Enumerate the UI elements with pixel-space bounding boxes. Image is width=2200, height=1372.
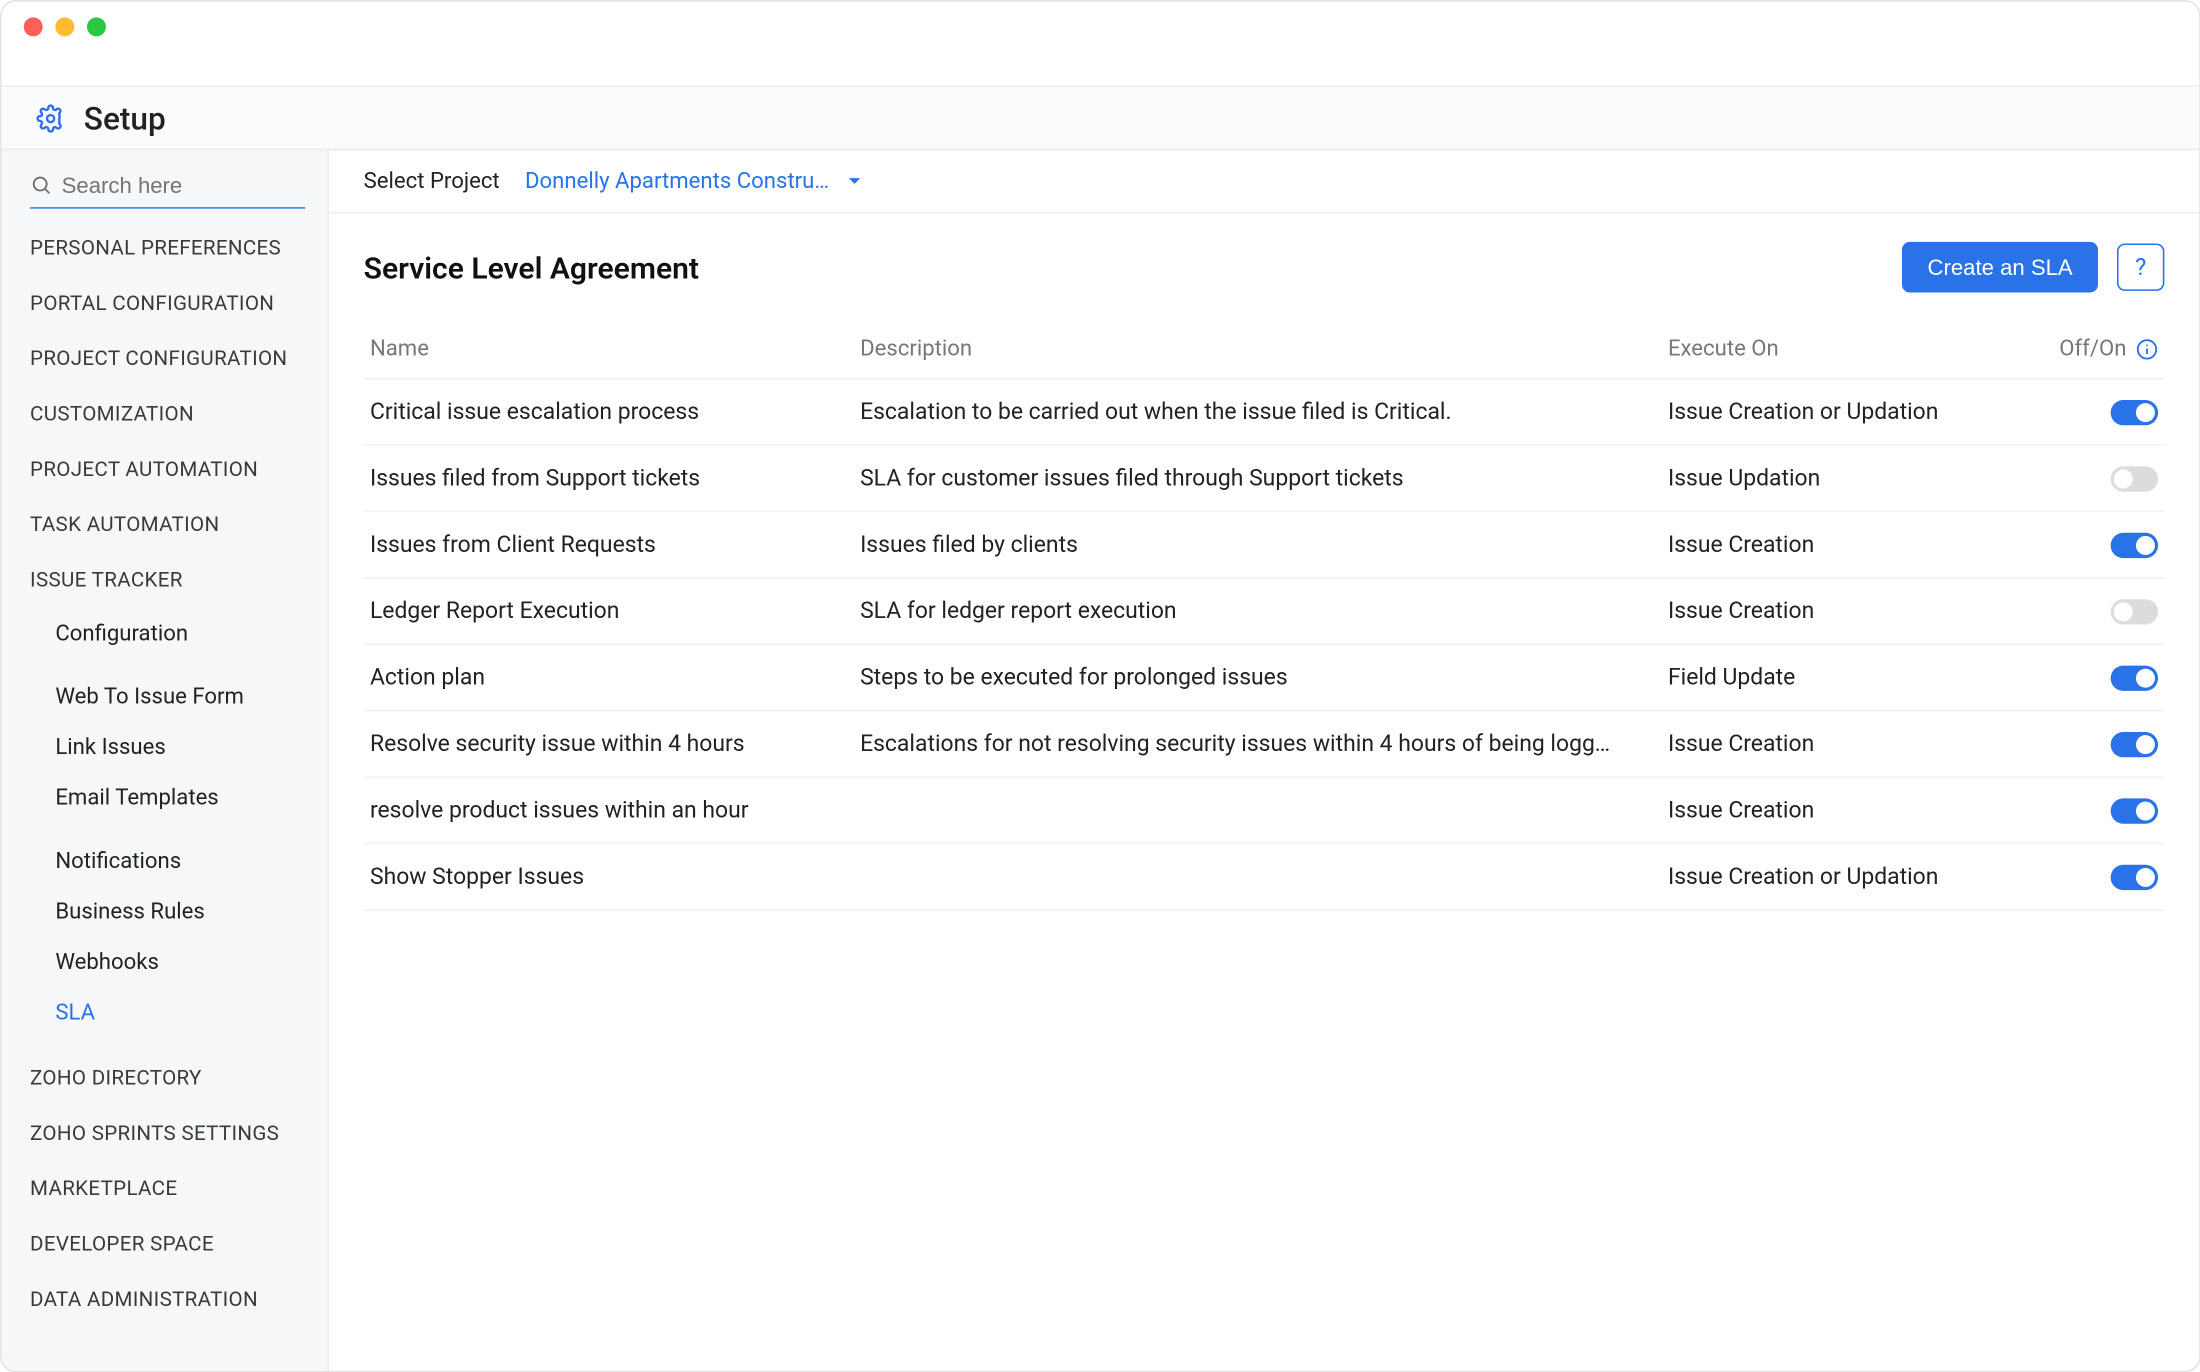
- window-titlebar: [2, 2, 2200, 87]
- table-row[interactable]: Critical issue escalation process Escalat…: [364, 379, 2165, 445]
- sla-execute-on: Field Update: [1668, 664, 2000, 691]
- sla-toggle[interactable]: [2111, 731, 2158, 756]
- minimize-window-icon[interactable]: [55, 17, 74, 36]
- col-off-on: Off/On: [2059, 337, 2158, 362]
- sidebar-item-email-templates[interactable]: Email Templates: [55, 773, 327, 824]
- window-traffic-lights: [24, 17, 106, 36]
- sla-description: Escalation to be carried out when the is…: [860, 398, 1652, 425]
- sla-execute-on: Issue Updation: [1668, 465, 2000, 492]
- table-row[interactable]: Issues filed from Support tickets SLA for…: [364, 446, 2165, 512]
- sidebar-section-customization[interactable]: CUSTOMIZATION: [2, 387, 328, 442]
- sidebar-search: [2, 150, 328, 221]
- search-icon: [30, 174, 52, 196]
- sidebar-item-link-issues[interactable]: Link Issues: [55, 723, 327, 774]
- sidebar-section-project-automation[interactable]: PROJECT AUTOMATION: [2, 443, 328, 498]
- sidebar-section-portal-configuration[interactable]: PORTAL CONFIGURATION: [2, 277, 328, 332]
- help-button[interactable]: ?: [2117, 243, 2164, 290]
- table-row[interactable]: Ledger Report Execution SLA for ledger re…: [364, 579, 2165, 645]
- sla-name: Show Stopper Issues: [370, 863, 844, 890]
- sla-execute-on: Issue Creation or Updation: [1668, 863, 2000, 890]
- sidebar-section-developer-space[interactable]: DEVELOPER SPACE: [2, 1217, 328, 1272]
- table-row[interactable]: Show Stopper Issues Issue Creation or Upd…: [364, 844, 2165, 910]
- sidebar-item-configuration[interactable]: Configuration: [55, 609, 327, 660]
- sidebar-section-personal-preferences[interactable]: PERSONAL PREFERENCES: [2, 221, 328, 276]
- sla-name: Issues filed from Support tickets: [370, 465, 844, 492]
- sidebar-section-marketplace[interactable]: MARKETPLACE: [2, 1162, 328, 1217]
- sla-description: Issues filed by clients: [860, 531, 1652, 558]
- maximize-window-icon[interactable]: [87, 17, 106, 36]
- sla-name: Action plan: [370, 664, 844, 691]
- sla-toggle[interactable]: [2111, 399, 2158, 424]
- gear-icon: [36, 104, 64, 132]
- col-execute-on: Execute On: [1668, 337, 2000, 362]
- setup-header: Setup: [2, 87, 2200, 150]
- sla-name: Resolve security issue within 4 hours: [370, 730, 844, 757]
- sidebar-section-project-configuration[interactable]: PROJECT CONFIGURATION: [2, 332, 328, 387]
- sla-execute-on: Issue Creation or Updation: [1668, 398, 2000, 425]
- info-icon[interactable]: [2136, 338, 2158, 360]
- chevron-down-icon: [848, 174, 862, 188]
- sidebar: PERSONAL PREFERENCESPORTAL CONFIGURATION…: [2, 150, 329, 1371]
- search-input[interactable]: [62, 172, 305, 197]
- sla-description: SLA for ledger report execution: [860, 598, 1652, 625]
- sidebar-section-data-administration[interactable]: DATA ADMINISTRATION: [2, 1273, 328, 1328]
- close-window-icon[interactable]: [24, 17, 43, 36]
- main-panel: Select Project Donnelly Apartments Const…: [329, 150, 2199, 1371]
- sidebar-item-web-to-issue-form[interactable]: Web To Issue Form: [55, 672, 327, 723]
- col-description: Description: [860, 337, 1652, 362]
- sidebar-item-notifications[interactable]: Notifications: [55, 836, 327, 887]
- sidebar-item-business-rules[interactable]: Business Rules: [55, 887, 327, 938]
- sla-toggle[interactable]: [2111, 665, 2158, 690]
- setup-title: Setup: [84, 99, 166, 137]
- sla-toggle[interactable]: [2111, 798, 2158, 823]
- sla-execute-on: Issue Creation: [1668, 797, 2000, 824]
- col-off-on-label: Off/On: [2059, 337, 2126, 362]
- sidebar-item-webhooks[interactable]: Webhooks: [55, 938, 327, 989]
- sidebar-section-zoho-sprints-settings[interactable]: ZOHO SPRINTS SETTINGS: [2, 1107, 328, 1162]
- sla-toggle[interactable]: [2111, 598, 2158, 623]
- sidebar-section-task-automation[interactable]: TASK AUTOMATION: [2, 498, 328, 553]
- page-title: Service Level Agreement: [364, 249, 699, 285]
- sla-name: Critical issue escalation process: [370, 398, 844, 425]
- table-row[interactable]: Resolve security issue within 4 hours Esc…: [364, 711, 2165, 777]
- project-selector-bar: Select Project Donnelly Apartments Const…: [329, 150, 2199, 213]
- sidebar-section-issue-tracker[interactable]: ISSUE TRACKER: [2, 553, 328, 608]
- sla-execute-on: Issue Creation: [1668, 531, 2000, 558]
- sla-name: Issues from Client Requests: [370, 531, 844, 558]
- sla-execute-on: Issue Creation: [1668, 598, 2000, 625]
- project-dropdown[interactable]: Donnelly Apartments Constru…: [525, 168, 862, 193]
- sla-execute-on: Issue Creation: [1668, 730, 2000, 757]
- sla-toggle[interactable]: [2111, 864, 2158, 889]
- content-area: Service Level Agreement Create an SLA ? …: [329, 213, 2199, 1370]
- sla-toggle[interactable]: [2111, 532, 2158, 557]
- sla-name: Ledger Report Execution: [370, 598, 844, 625]
- app-window: Setup PERSONAL PREFERENCESPORTAL CONFIGU…: [0, 0, 2200, 1372]
- sla-description: Steps to be executed for prolonged issue…: [860, 664, 1652, 691]
- sidebar-item-sla[interactable]: SLA: [55, 988, 327, 1039]
- table-row[interactable]: Issues from Client Requests Issues filed …: [364, 512, 2165, 578]
- sla-description: Escalations for not resolving security i…: [860, 730, 1652, 757]
- col-name: Name: [370, 337, 844, 362]
- select-project-label: Select Project: [364, 168, 500, 193]
- sla-name: resolve product issues within an hour: [370, 797, 844, 824]
- sla-toggle[interactable]: [2111, 466, 2158, 491]
- table-row[interactable]: Action plan Steps to be executed for prol…: [364, 645, 2165, 711]
- project-dropdown-value: Donnelly Apartments Constru…: [525, 168, 829, 193]
- table-header: Name Description Execute On Off/On: [364, 321, 2165, 379]
- table-row[interactable]: resolve product issues within an hour Iss…: [364, 778, 2165, 844]
- create-sla-button[interactable]: Create an SLA: [1902, 242, 2098, 293]
- sla-description: SLA for customer issues filed through Su…: [860, 465, 1652, 492]
- sidebar-section-zoho-directory[interactable]: ZOHO DIRECTORY: [2, 1051, 328, 1106]
